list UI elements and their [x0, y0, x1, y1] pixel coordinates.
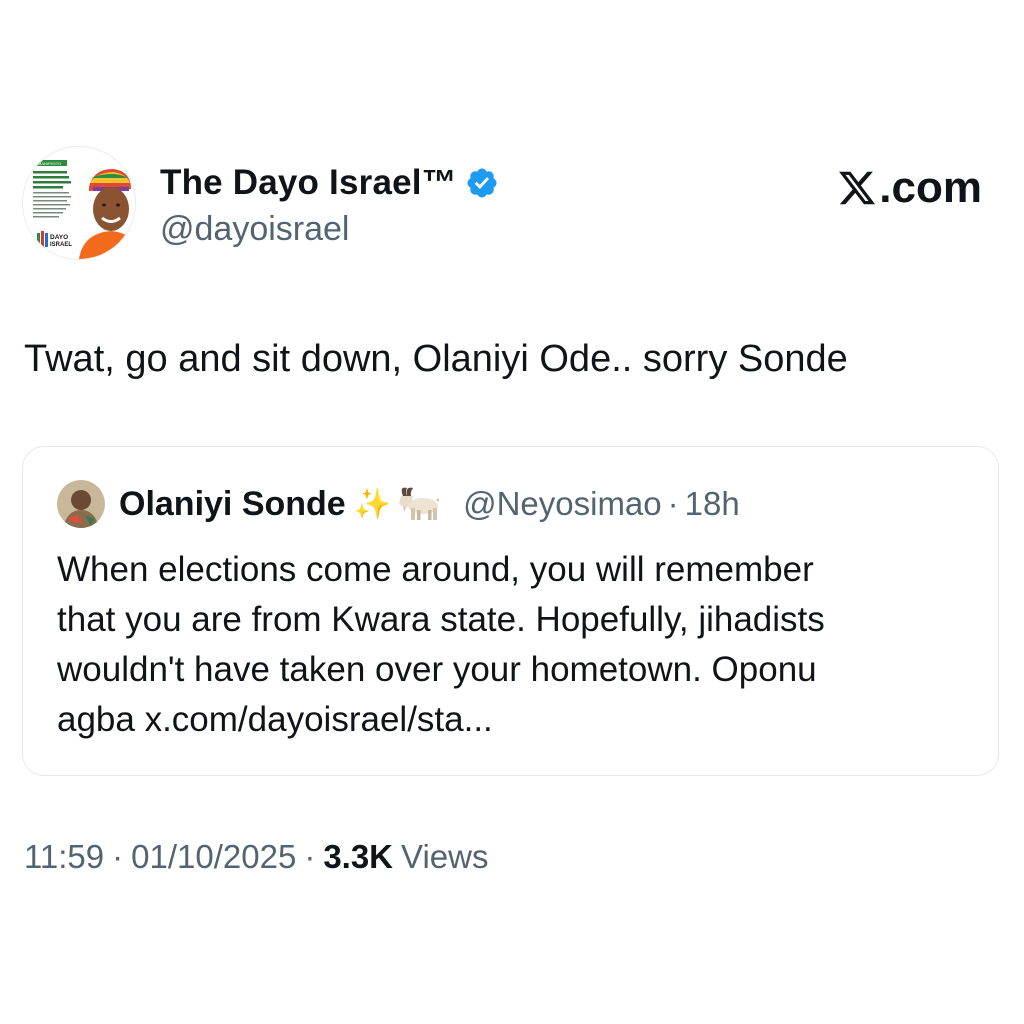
views-count[interactable]: 3.3K — [323, 838, 393, 876]
tweet-date[interactable]: 01/10/2025 — [131, 838, 296, 876]
author-display-name[interactable]: The Dayo Israel™ — [160, 163, 457, 203]
svg-text:ISRAEL: ISRAEL — [50, 242, 72, 248]
views-label: Views — [401, 838, 489, 875]
quoted-author-name[interactable]: Olaniyi Sonde — [119, 485, 346, 524]
tweet-meta: 11:59 · 01/10/2025 · 3.3K Views — [24, 838, 488, 876]
meta-separator-dot: · — [304, 838, 316, 875]
sparkles-icon: ✨ — [353, 486, 392, 522]
x-logo-icon — [839, 171, 876, 205]
tweet-screenshot: MANIFESTO DAYO ISRAEL The Dayo Israel™ @… — [0, 0, 1024, 1024]
quoted-author-handle[interactable]: @Neyosimao — [463, 485, 662, 523]
tweet-text: Twat, go and sit down, Olaniyi Ode.. sor… — [24, 338, 848, 380]
brand-domain-label: .com — [879, 163, 982, 212]
quoted-tweet-card[interactable]: Olaniyi Sonde ✨ @Neyosimao · 18h When el… — [22, 446, 999, 776]
quoted-avatar-image — [57, 480, 105, 528]
avatar-tag-text: MANIFESTO — [38, 161, 61, 166]
avatar-image: MANIFESTO DAYO ISRAEL — [23, 147, 135, 259]
quoted-author-avatar[interactable] — [57, 480, 105, 528]
quoted-separator-dot: · — [667, 485, 679, 522]
svg-text:DAYO: DAYO — [50, 234, 68, 241]
quoted-tweet-header: Olaniyi Sonde ✨ @Neyosimao · 18h — [57, 479, 740, 529]
quoted-tweet-text: When elections come around, you will rem… — [57, 550, 825, 739]
author-avatar[interactable]: MANIFESTO DAYO ISRAEL — [22, 146, 136, 260]
verified-badge-icon — [467, 168, 497, 198]
author-handle[interactable]: @dayoisrael — [160, 210, 350, 249]
quoted-timestamp[interactable]: 18h — [685, 485, 740, 523]
author-name-row[interactable]: The Dayo Israel™ — [160, 158, 499, 208]
tweet-time[interactable]: 11:59 — [24, 838, 104, 876]
x-brand: .com — [837, 163, 982, 213]
goat-icon — [399, 487, 440, 520]
meta-separator-dot: · — [112, 838, 124, 875]
